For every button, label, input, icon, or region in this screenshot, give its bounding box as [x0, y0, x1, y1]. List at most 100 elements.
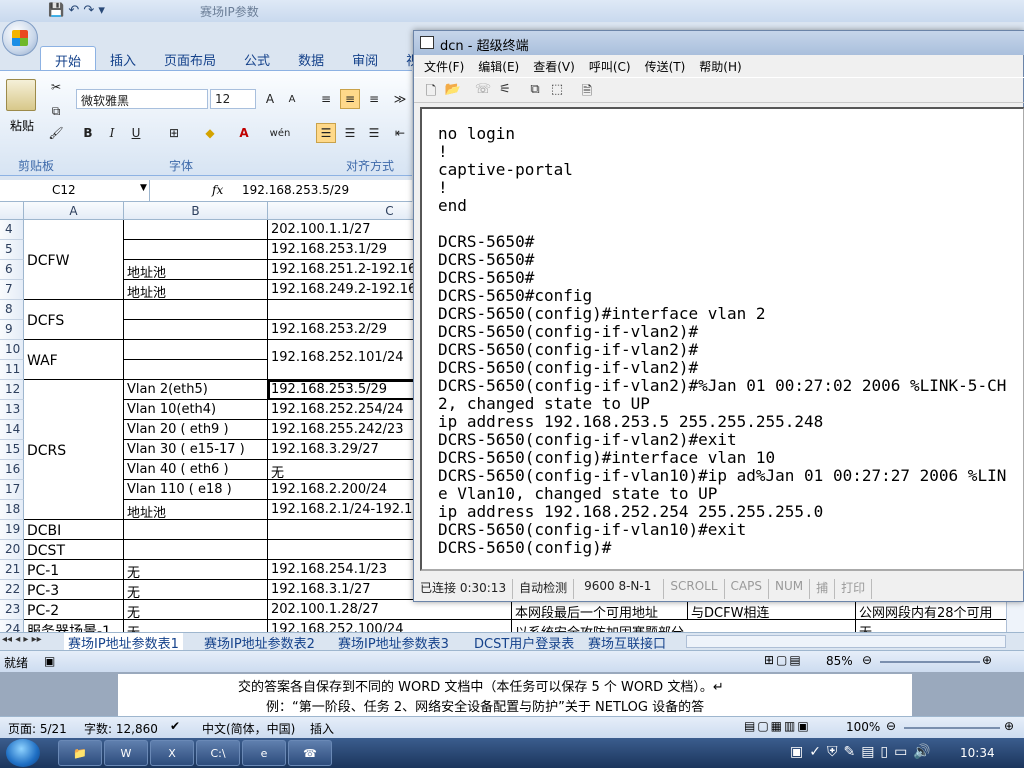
- start-button[interactable]: [6, 739, 40, 767]
- spellcheck-icon[interactable]: ✔: [170, 719, 180, 733]
- row-header[interactable]: 10: [0, 340, 24, 360]
- tab-home[interactable]: 开始: [40, 46, 97, 70]
- word-view-buttons-icon[interactable]: ▤▢▦▥▣: [744, 719, 811, 733]
- borders-icon[interactable]: ⊞: [164, 123, 184, 143]
- cell-b[interactable]: [124, 320, 268, 340]
- cell-f-24[interactable]: 无: [856, 620, 1024, 632]
- row-header[interactable]: 19: [0, 520, 24, 540]
- receive-icon[interactable]: ⬚: [548, 82, 566, 98]
- cell-a-pc2[interactable]: PC-2: [24, 600, 124, 620]
- menu-help[interactable]: 帮助(H): [699, 58, 741, 77]
- cmd-taskbar-icon[interactable]: C:\: [196, 740, 240, 766]
- word-insert-mode[interactable]: 插入: [310, 720, 334, 737]
- cell-b[interactable]: 无: [124, 600, 268, 620]
- cell-a-dcst[interactable]: DCST: [24, 540, 124, 560]
- row-header[interactable]: 14: [0, 420, 24, 440]
- quick-access-toolbar[interactable]: 💾 ↶ ↷ ▾: [48, 3, 105, 18]
- cell-b[interactable]: Vlan 10(eth4): [124, 400, 268, 420]
- underline-icon[interactable]: U: [126, 123, 146, 143]
- align-top-icon[interactable]: ≡: [316, 89, 336, 109]
- namebox-dropdown-icon[interactable]: ▼: [140, 183, 147, 193]
- cell-b[interactable]: Vlan 110 ( e18 ): [124, 480, 268, 500]
- col-header-b[interactable]: B: [124, 202, 268, 220]
- align-right-icon[interactable]: ☰: [364, 123, 384, 143]
- cell-b[interactable]: [124, 520, 268, 540]
- menu-call[interactable]: 呼叫(C): [589, 58, 631, 77]
- phonetic-icon[interactable]: wén: [270, 123, 291, 143]
- paste-button[interactable]: 粘贴: [10, 117, 34, 134]
- name-box[interactable]: C12: [0, 180, 150, 202]
- row-header[interactable]: 12: [0, 380, 24, 400]
- cell-b[interactable]: [124, 300, 268, 320]
- hyperterminal-titlebar[interactable]: dcn - 超级终端: [414, 31, 1024, 55]
- word-zoom-slider[interactable]: [904, 727, 1000, 729]
- sheet-tab-2[interactable]: 赛场IP地址参数表2: [200, 633, 319, 650]
- zoom-out-icon[interactable]: ⊖: [862, 653, 872, 667]
- zoom-slider[interactable]: [880, 661, 980, 663]
- tab-data[interactable]: 数据: [284, 46, 338, 70]
- cell-c[interactable]: 192.168.252.100/24: [268, 620, 512, 632]
- align-bottom-icon[interactable]: ≡: [364, 89, 384, 109]
- menu-edit[interactable]: 编辑(E): [478, 58, 519, 77]
- row-header[interactable]: 20: [0, 540, 24, 560]
- send-icon[interactable]: ⧉: [526, 82, 544, 98]
- cell-d-23[interactable]: 本网段最后一个可用地址: [512, 600, 688, 620]
- row-header[interactable]: 15: [0, 440, 24, 460]
- cell-a-dcfs[interactable]: DCFS: [24, 300, 124, 340]
- row-header[interactable]: 4: [0, 220, 24, 240]
- terminal-screen[interactable]: no login! captive-portal! end DCRS-5650# DCR…: [420, 107, 1024, 571]
- format-painter-icon[interactable]: 🖌: [46, 123, 66, 143]
- row-header[interactable]: 6: [0, 260, 24, 280]
- horizontal-scrollbar[interactable]: [686, 635, 1006, 648]
- hyperterminal-taskbar-icon[interactable]: ☎: [288, 740, 332, 766]
- tray-icons[interactable]: ▣✓⛨✎▤▯▭🔊: [790, 744, 937, 760]
- cell-a-dcfw[interactable]: DCFW: [24, 220, 124, 300]
- tab-insert[interactable]: 插入: [96, 46, 150, 70]
- office-button[interactable]: [2, 20, 38, 56]
- row-header[interactable]: 7: [0, 280, 24, 300]
- row-header[interactable]: 23: [0, 600, 24, 620]
- cell-b[interactable]: 无: [124, 620, 268, 632]
- tab-formulas[interactable]: 公式: [230, 46, 284, 70]
- align-middle-icon[interactable]: ≡: [340, 89, 360, 109]
- cell-a-dcrs[interactable]: DCRS: [24, 380, 124, 520]
- cell-b[interactable]: Vlan 30 ( e15-17 ): [124, 440, 268, 460]
- cell-b[interactable]: 地址池: [124, 280, 268, 300]
- cell-a-pc3[interactable]: PC-3: [24, 580, 124, 600]
- row-header[interactable]: 16: [0, 460, 24, 480]
- word-language[interactable]: 中文(简体，中国): [202, 720, 295, 737]
- cell-b[interactable]: 地址池: [124, 500, 268, 520]
- menu-file[interactable]: 文件(F): [424, 58, 464, 77]
- explorer-taskbar-icon[interactable]: 📁: [58, 740, 102, 766]
- row-header[interactable]: 13: [0, 400, 24, 420]
- sheet-tab-5[interactable]: 赛场互联接口: [584, 633, 670, 650]
- cut-icon[interactable]: ✂: [46, 77, 66, 97]
- sheet-tab-1[interactable]: 赛场IP地址参数表1: [64, 633, 183, 650]
- cell-b[interactable]: [124, 340, 268, 360]
- word-zoom-level[interactable]: 100%: [846, 720, 880, 734]
- word-word-count[interactable]: 字数: 12,860: [84, 720, 158, 737]
- col-header-a[interactable]: A: [24, 202, 124, 220]
- font-color-icon[interactable]: A: [234, 123, 254, 143]
- cell-d-24[interactable]: 以系统安全攻防加固赛题部分: [512, 620, 856, 632]
- view-buttons-icon[interactable]: ⊞▢▤: [764, 653, 803, 667]
- row-header[interactable]: 22: [0, 580, 24, 600]
- macro-record-icon[interactable]: ▣: [44, 654, 55, 668]
- grow-font-icon[interactable]: A: [260, 89, 280, 109]
- cell-b[interactable]: 无: [124, 580, 268, 600]
- orientation-icon[interactable]: ≫: [390, 89, 410, 109]
- word-zoom-in-icon[interactable]: ⊕: [1004, 719, 1014, 733]
- cell-b[interactable]: 无: [124, 560, 268, 580]
- word-page-count[interactable]: 页面: 5/21: [8, 720, 67, 737]
- cell-b[interactable]: [124, 360, 268, 380]
- sheet-tab-3[interactable]: 赛场IP地址参数表3: [334, 633, 453, 650]
- row-header[interactable]: 21: [0, 560, 24, 580]
- align-center-icon[interactable]: ☰: [340, 123, 360, 143]
- zoom-level[interactable]: 85%: [826, 654, 853, 668]
- indent-icon[interactable]: ⇤: [390, 123, 410, 143]
- tab-review[interactable]: 审阅: [338, 46, 392, 70]
- open-folder-icon[interactable]: 📂: [444, 82, 462, 98]
- cell-a-pc1[interactable]: PC-1: [24, 560, 124, 580]
- terminal-app-icon[interactable]: [420, 36, 434, 49]
- browser-taskbar-icon[interactable]: e: [242, 740, 286, 766]
